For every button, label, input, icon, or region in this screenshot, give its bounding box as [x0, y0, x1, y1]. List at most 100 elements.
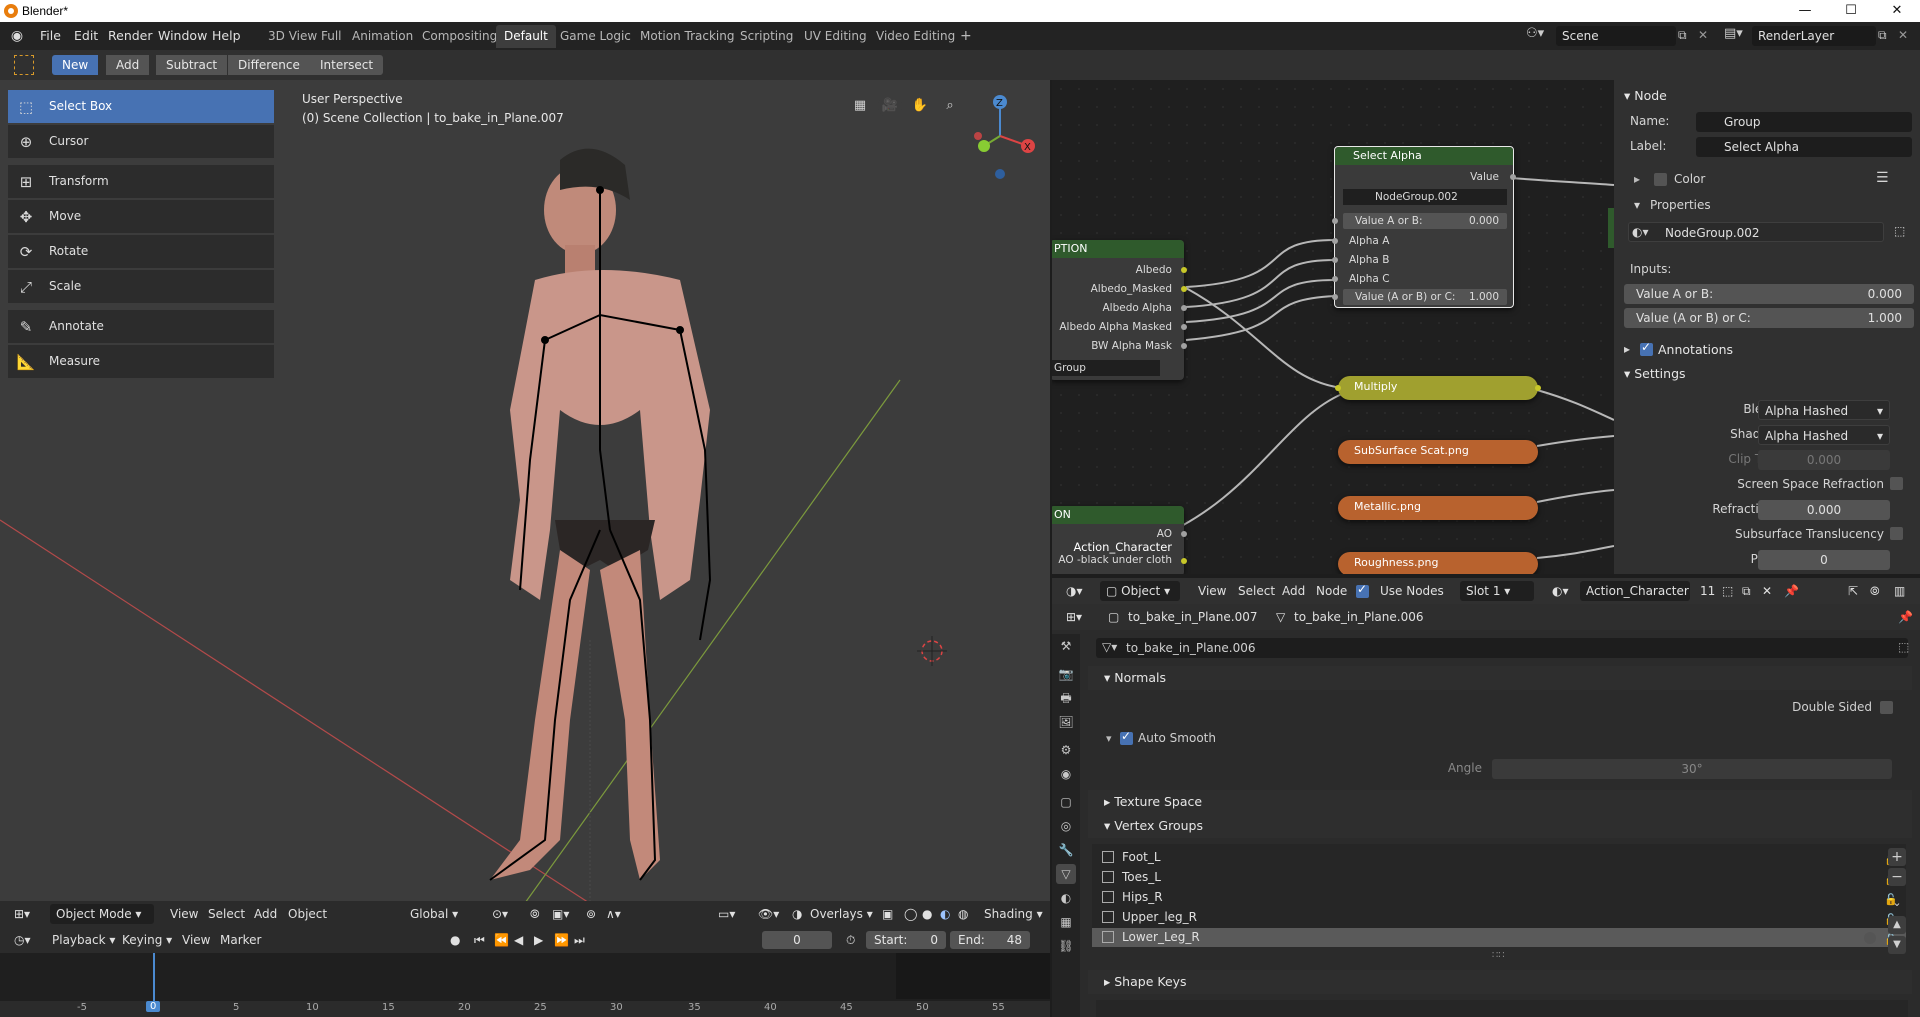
- mode-intersect-button[interactable]: Intersect: [310, 55, 384, 75]
- node-group-field[interactable]: Group: [1052, 360, 1160, 376]
- ssr-checkbox[interactable]: [1890, 477, 1903, 490]
- 3d-viewport[interactable]: ⬚ Select Box ⊕ Cursor ⊞ Transform ✥ Move ⟳ Ro…: [0, 80, 1050, 910]
- move-up-icon[interactable]: ▲: [1888, 916, 1906, 934]
- modifier-tab-icon[interactable]: 🔧: [1056, 840, 1076, 860]
- node-label-field[interactable]: Select Alpha: [1696, 137, 1912, 157]
- vertex-groups-panel-header[interactable]: ▾ Vertex Groups: [1088, 814, 1912, 838]
- add-workspace-button[interactable]: +: [952, 25, 980, 48]
- play-reverse-icon[interactable]: ◀: [508, 930, 529, 950]
- timeline-editor-type-icon[interactable]: ◷▾: [8, 930, 37, 950]
- scene-name-field[interactable]: Scene: [1556, 26, 1676, 46]
- grid-view-icon[interactable]: ▦: [848, 94, 872, 118]
- tab-uv-editing[interactable]: UV Editing: [796, 25, 875, 48]
- pivot-icon[interactable]: ⊙▾: [486, 904, 514, 924]
- tool-annotate[interactable]: ✎ Annotate: [8, 310, 274, 343]
- menu-timeline-view[interactable]: View: [176, 930, 216, 950]
- subsurface-translucency-checkbox[interactable]: [1890, 527, 1903, 540]
- input-value-a-or-b-or-c[interactable]: Value (A or B) or C: 1.000: [1624, 308, 1914, 328]
- color-expand-icon[interactable]: ▸: [1634, 172, 1640, 186]
- editor-type-icon[interactable]: ⊞▾: [8, 904, 36, 924]
- menu-marker[interactable]: Marker: [214, 930, 267, 950]
- backdrop-icon[interactable]: ▥: [1888, 581, 1911, 601]
- camera-view-icon[interactable]: 🎥: [878, 94, 902, 118]
- refraction-depth-slider[interactable]: 0.000: [1758, 500, 1890, 520]
- socket[interactable]: [1510, 174, 1516, 180]
- tab-compositing[interactable]: Compositing: [414, 25, 505, 48]
- multiply-node[interactable]: Multiply: [1335, 376, 1541, 400]
- tool-scale[interactable]: ⤢ Scale: [8, 270, 274, 303]
- pass-index-field[interactable]: 0: [1758, 550, 1890, 570]
- current-frame-field[interactable]: 0: [762, 931, 832, 949]
- tool-rotate[interactable]: ⟳ Rotate: [8, 235, 274, 268]
- node-menu-add[interactable]: Add: [1276, 581, 1311, 601]
- unlink-material-icon[interactable]: ✕: [1756, 581, 1778, 601]
- scene-tab-icon[interactable]: ⚙: [1056, 740, 1076, 760]
- rendered-shading-icon[interactable]: ◍: [952, 904, 974, 924]
- select-box-tool-icon[interactable]: [14, 55, 34, 75]
- normals-panel-header[interactable]: ▾ Normals: [1088, 666, 1912, 690]
- annotations-checkbox[interactable]: [1640, 340, 1653, 356]
- render-layer-close-icon[interactable]: ✕: [1898, 28, 1908, 42]
- tool-cursor[interactable]: ⊕ Cursor: [8, 125, 274, 158]
- tab-game-logic[interactable]: Game Logic: [552, 25, 639, 48]
- socket[interactable]: [1181, 324, 1187, 330]
- minimize-button[interactable]: —: [1782, 0, 1828, 22]
- slot-dropdown[interactable]: Slot 1 ▾: [1460, 581, 1534, 601]
- socket[interactable]: [1332, 218, 1338, 224]
- view-object-types-icon[interactable]: ▭▾: [712, 904, 741, 924]
- scroll-indicator[interactable]: [1864, 932, 1876, 944]
- visibility-icon[interactable]: 👁▾: [752, 904, 785, 924]
- xray-icon[interactable]: ▣: [876, 904, 899, 924]
- breadcrumb-mesh[interactable]: to_bake_in_Plane.006: [1288, 607, 1430, 627]
- scene-icon[interactable]: ⚇▾: [1526, 26, 1552, 46]
- socket[interactable]: [1332, 238, 1338, 244]
- menu-playback[interactable]: Playback ▾: [46, 930, 121, 950]
- end-frame-field[interactable]: End: 48: [950, 931, 1030, 949]
- use-nodes-checkbox[interactable]: [1356, 582, 1369, 598]
- navigation-gizmo[interactable]: Z X: [962, 90, 1042, 180]
- node-group-dropdown[interactable]: NodeGroup.002: [1628, 222, 1884, 242]
- world-tab-icon[interactable]: ◉: [1056, 764, 1076, 784]
- breadcrumb-object[interactable]: to_bake_in_Plane.007: [1122, 607, 1264, 627]
- properties-pin-icon[interactable]: 📌: [1892, 607, 1919, 627]
- texture-description-node[interactable]: PTION Albedo Albedo_Masked Albedo Alpha …: [1052, 240, 1187, 380]
- timeline-track[interactable]: -5 0 5 10 15 20 25 30 35 40 45 50 55: [0, 953, 1050, 1017]
- menu-file[interactable]: File: [32, 24, 69, 48]
- view-layer-tab-icon[interactable]: 🖼: [1056, 712, 1076, 732]
- tab-default[interactable]: Default: [496, 25, 556, 48]
- node-editor-type-icon[interactable]: ◑▾: [1060, 581, 1089, 601]
- socket[interactable]: [1181, 343, 1187, 349]
- tab-3d-view-full[interactable]: 3D View Full: [260, 25, 350, 48]
- tab-scripting[interactable]: Scripting: [732, 25, 801, 48]
- menu-keying[interactable]: Keying ▾: [116, 930, 178, 950]
- falloff-icon[interactable]: ∧▾: [600, 904, 627, 924]
- tool-move[interactable]: ✥ Move: [8, 200, 274, 233]
- node-panel-header[interactable]: ▾ Node: [1624, 88, 1667, 103]
- orientation-dropdown[interactable]: Global ▾: [404, 904, 464, 924]
- texture-space-panel-header[interactable]: ▸ Texture Space: [1088, 790, 1912, 814]
- mesh-data-tab-icon[interactable]: ▽: [1056, 864, 1076, 884]
- value-a-or-b-slider[interactable]: Value A or B: 0.000: [1343, 213, 1507, 229]
- list-item[interactable]: Foot_L🔓: [1092, 848, 1906, 867]
- material-name-field[interactable]: Action_Character: [1580, 581, 1690, 601]
- menu-help[interactable]: Help: [204, 24, 249, 48]
- tool-measure[interactable]: 📐 Measure: [8, 345, 274, 378]
- menu-add[interactable]: Add: [248, 904, 283, 924]
- list-icon[interactable]: ☰: [1876, 170, 1889, 186]
- list-item[interactable]: Toes_L🔓: [1092, 868, 1906, 887]
- subsurface-texture-node[interactable]: SubSurface Scat.png: [1338, 440, 1538, 464]
- remove-vertex-group-button[interactable]: −: [1888, 868, 1906, 886]
- properties-editor-type-icon[interactable]: ⊞▾: [1060, 607, 1088, 627]
- move-down-icon[interactable]: ▼: [1888, 936, 1906, 954]
- vertex-group-specials-icon[interactable]: ⌄: [1888, 894, 1906, 912]
- menu-object[interactable]: Object: [282, 904, 333, 924]
- tool-transform[interactable]: ⊞ Transform: [8, 165, 274, 198]
- node-menu-node[interactable]: Node: [1310, 581, 1353, 601]
- mesh-fake-user-icon[interactable]: ⬚: [1898, 640, 1909, 654]
- color-checkbox[interactable]: [1654, 173, 1667, 186]
- render-layer-copy-icon[interactable]: ⧉: [1878, 28, 1887, 43]
- input-value-a-or-b[interactable]: Value A or B: 0.000: [1624, 284, 1914, 304]
- material-tab-icon[interactable]: ◐: [1056, 888, 1076, 908]
- node-name-field[interactable]: Group: [1696, 112, 1912, 132]
- mode-difference-button[interactable]: Difference: [228, 55, 310, 75]
